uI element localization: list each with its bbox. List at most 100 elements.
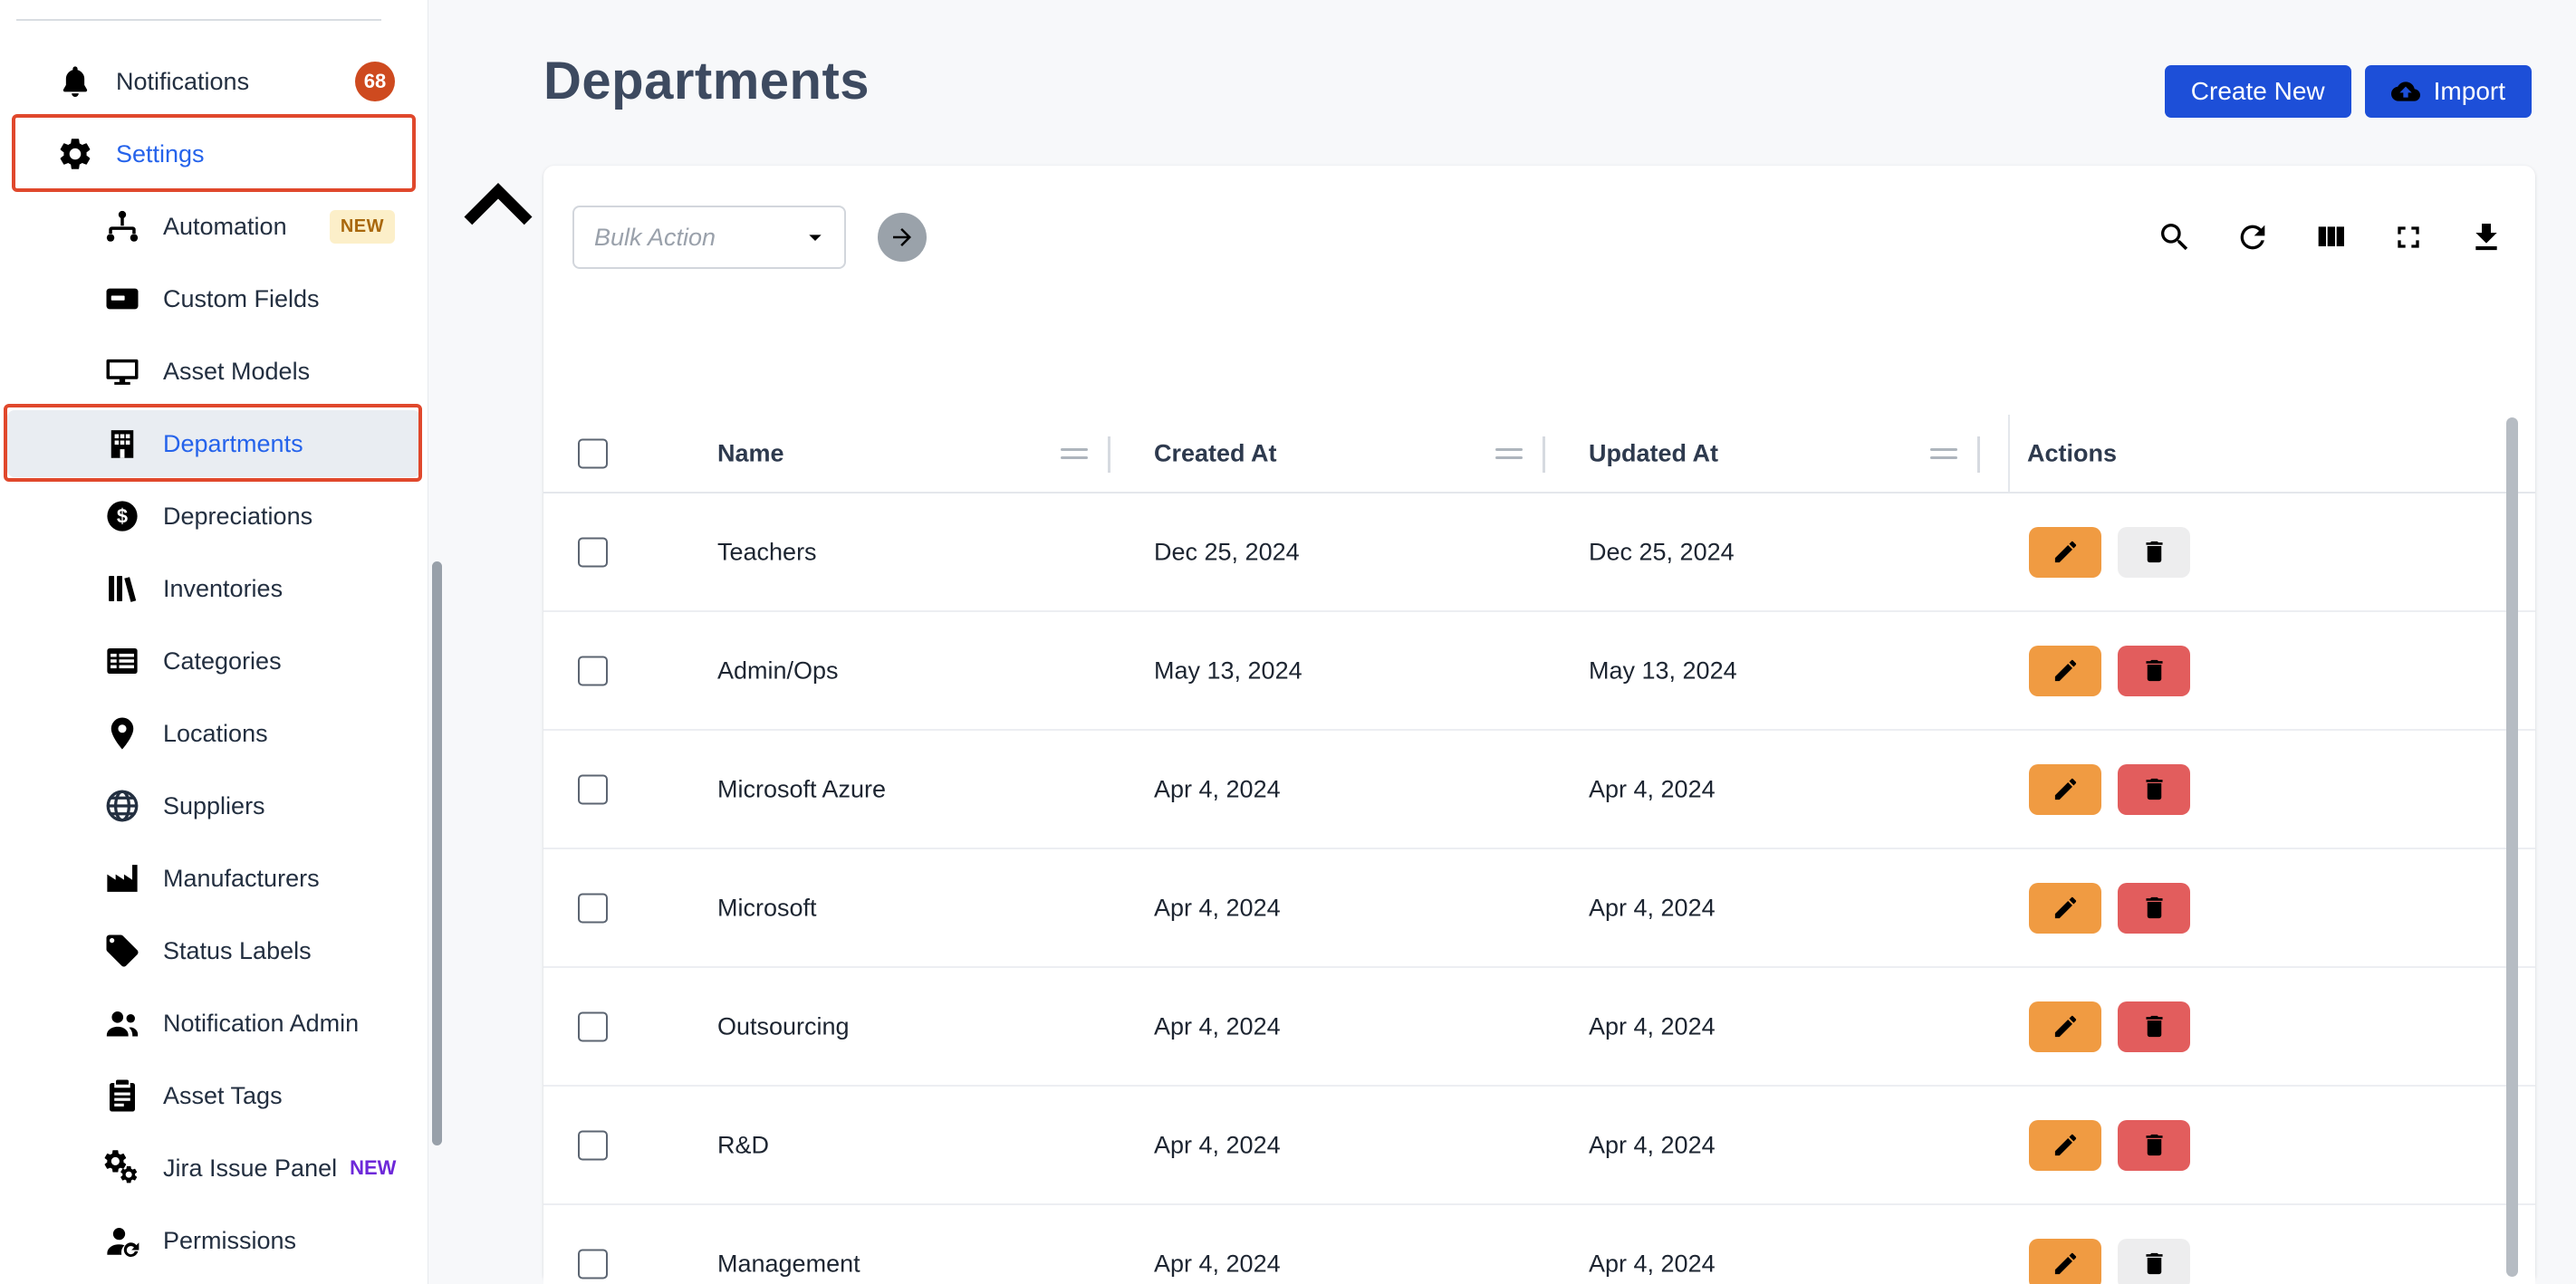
cell-created-at: Apr 4, 2024 <box>1154 894 1281 922</box>
delete-button[interactable] <box>2118 1001 2190 1052</box>
cell-name: Management <box>717 1250 860 1278</box>
cell-updated-at: Apr 4, 2024 <box>1589 775 1716 803</box>
table-toolbar <box>2157 206 2504 269</box>
sidebar-item-label: Notifications <box>116 68 249 96</box>
departments-table: Name Created At Updated At Actions Teach… <box>543 415 2535 1284</box>
sidebar-item-asset-models[interactable]: Asset Models <box>0 335 428 407</box>
column-drag-handle[interactable] <box>1930 443 1957 465</box>
cell-name: Outsourcing <box>717 1012 850 1040</box>
row-checkbox[interactable] <box>578 1130 608 1160</box>
sidebar-item-suppliers[interactable]: Suppliers <box>0 770 428 842</box>
delete-button[interactable] <box>2118 883 2190 934</box>
sidebar-item-label: Suppliers <box>163 792 265 820</box>
edit-pencil-icon <box>2052 1131 2080 1159</box>
edit-button[interactable] <box>2029 527 2101 578</box>
delete-button[interactable] <box>2118 1120 2190 1171</box>
edit-button[interactable] <box>2029 646 2101 696</box>
sidebar-item-categories[interactable]: Categories <box>0 625 428 697</box>
sidebar-item-jira-issue-panel[interactable]: Jira Issue Panel NEW <box>0 1132 428 1204</box>
cell-name: Microsoft Azure <box>717 775 886 803</box>
row-checkbox[interactable] <box>578 656 608 685</box>
download-icon[interactable] <box>2468 219 2504 255</box>
cell-created-at: Apr 4, 2024 <box>1154 1131 1281 1159</box>
delete-button[interactable] <box>2118 527 2190 578</box>
departments-card: Bulk Action Rows per page 10 1-10 of 36 … <box>543 166 2535 1284</box>
sidebar-item-notification-admin[interactable]: Notification Admin <box>0 987 428 1059</box>
sidebar-item-depreciations[interactable]: Depreciations <box>0 480 428 552</box>
delete-button[interactable] <box>2118 1239 2190 1284</box>
sidebar-item-label: Manufacturers <box>163 865 320 893</box>
sidebar-item-inventories[interactable]: Inventories <box>0 552 428 625</box>
table-row: Microsoft Azure Apr 4, 2024 Apr 4, 2024 <box>543 731 2535 849</box>
row-checkbox[interactable] <box>578 1011 608 1041</box>
automation-icon <box>103 207 141 245</box>
sidebar-item-settings[interactable]: Settings <box>0 118 428 190</box>
sidebar-item-departments[interactable]: Departments <box>0 407 428 480</box>
column-header-name[interactable]: Name <box>717 439 784 467</box>
column-resize-handle[interactable] <box>1108 436 1110 473</box>
sidebar-item-notifications[interactable]: Notifications 68 <box>0 45 428 118</box>
sidebar-item-label: Automation <box>163 213 287 241</box>
import-label: Import <box>2434 77 2505 106</box>
cell-updated-at: Dec 25, 2024 <box>1589 538 1735 566</box>
sidebar-scrollbar[interactable] <box>432 561 442 1145</box>
create-new-button[interactable]: Create New <box>2165 65 2351 118</box>
sidebar-item-label: Asset Tags <box>163 1082 283 1110</box>
sidebar-item-label: Custom Fields <box>163 285 320 313</box>
delete-trash-icon <box>2140 656 2168 685</box>
delete-button[interactable] <box>2118 646 2190 696</box>
column-drag-handle[interactable] <box>1495 443 1523 465</box>
cell-created-at: Apr 4, 2024 <box>1154 775 1281 803</box>
asset-tags-icon <box>103 1077 141 1115</box>
sidebar-item-label: Inventories <box>163 575 283 603</box>
edit-button[interactable] <box>2029 1239 2101 1284</box>
edit-button[interactable] <box>2029 883 2101 934</box>
edit-button[interactable] <box>2029 764 2101 815</box>
table-scrollbar[interactable] <box>2506 417 2518 1277</box>
gear-icon <box>56 135 94 173</box>
column-resize-handle[interactable] <box>1977 436 1980 473</box>
columns-icon[interactable] <box>2312 219 2349 255</box>
chevron-down-icon <box>801 223 830 252</box>
select-all-checkbox[interactable] <box>578 438 608 468</box>
edit-button[interactable] <box>2029 1120 2101 1171</box>
cloud-upload-icon <box>2391 77 2420 106</box>
sidebar-item-label: Depreciations <box>163 503 312 531</box>
cell-name: R&D <box>717 1131 769 1159</box>
table-header: Name Created At Updated At Actions <box>543 415 2535 493</box>
row-checkbox[interactable] <box>578 774 608 804</box>
column-header-created-at[interactable]: Created At <box>1154 439 1277 467</box>
edit-button[interactable] <box>2029 1001 2101 1052</box>
sidebar-item-custom-fields[interactable]: Custom Fields <box>0 263 428 335</box>
row-checkbox[interactable] <box>578 1249 608 1279</box>
column-header-updated-at[interactable]: Updated At <box>1589 439 1718 467</box>
cell-created-at: Apr 4, 2024 <box>1154 1012 1281 1040</box>
table-row: Admin/Ops May 13, 2024 May 13, 2024 <box>543 612 2535 731</box>
sidebar-item-status-labels[interactable]: Status Labels <box>0 915 428 987</box>
asset-models-icon <box>103 352 141 390</box>
refresh-icon[interactable] <box>2235 219 2271 255</box>
table-row: Outsourcing Apr 4, 2024 Apr 4, 2024 <box>543 968 2535 1087</box>
sidebar-item-manufacturers[interactable]: Manufacturers <box>0 842 428 915</box>
categories-icon <box>103 642 141 680</box>
fullscreen-icon[interactable] <box>2390 219 2427 255</box>
delete-trash-icon <box>2140 775 2168 803</box>
cell-updated-at: Apr 4, 2024 <box>1589 894 1716 922</box>
cell-created-at: Dec 25, 2024 <box>1154 538 1300 566</box>
create-new-label: Create New <box>2191 77 2325 106</box>
cell-created-at: Apr 4, 2024 <box>1154 1250 1281 1278</box>
sidebar-item-asset-tags[interactable]: Asset Tags <box>0 1059 428 1132</box>
bulk-action-submit-button[interactable] <box>878 213 927 262</box>
sidebar-item-permissions[interactable]: Permissions <box>0 1204 428 1277</box>
search-icon[interactable] <box>2157 219 2193 255</box>
import-button[interactable]: Import <box>2365 65 2532 118</box>
permissions-icon <box>103 1222 141 1260</box>
row-checkbox[interactable] <box>578 893 608 923</box>
column-resize-handle[interactable] <box>1543 436 1545 473</box>
sidebar-item-locations[interactable]: Locations <box>0 697 428 770</box>
cell-updated-at: May 13, 2024 <box>1589 656 1737 685</box>
column-drag-handle[interactable] <box>1061 443 1088 465</box>
row-checkbox[interactable] <box>578 537 608 567</box>
chevron-up-icon <box>362 138 395 170</box>
delete-button[interactable] <box>2118 764 2190 815</box>
